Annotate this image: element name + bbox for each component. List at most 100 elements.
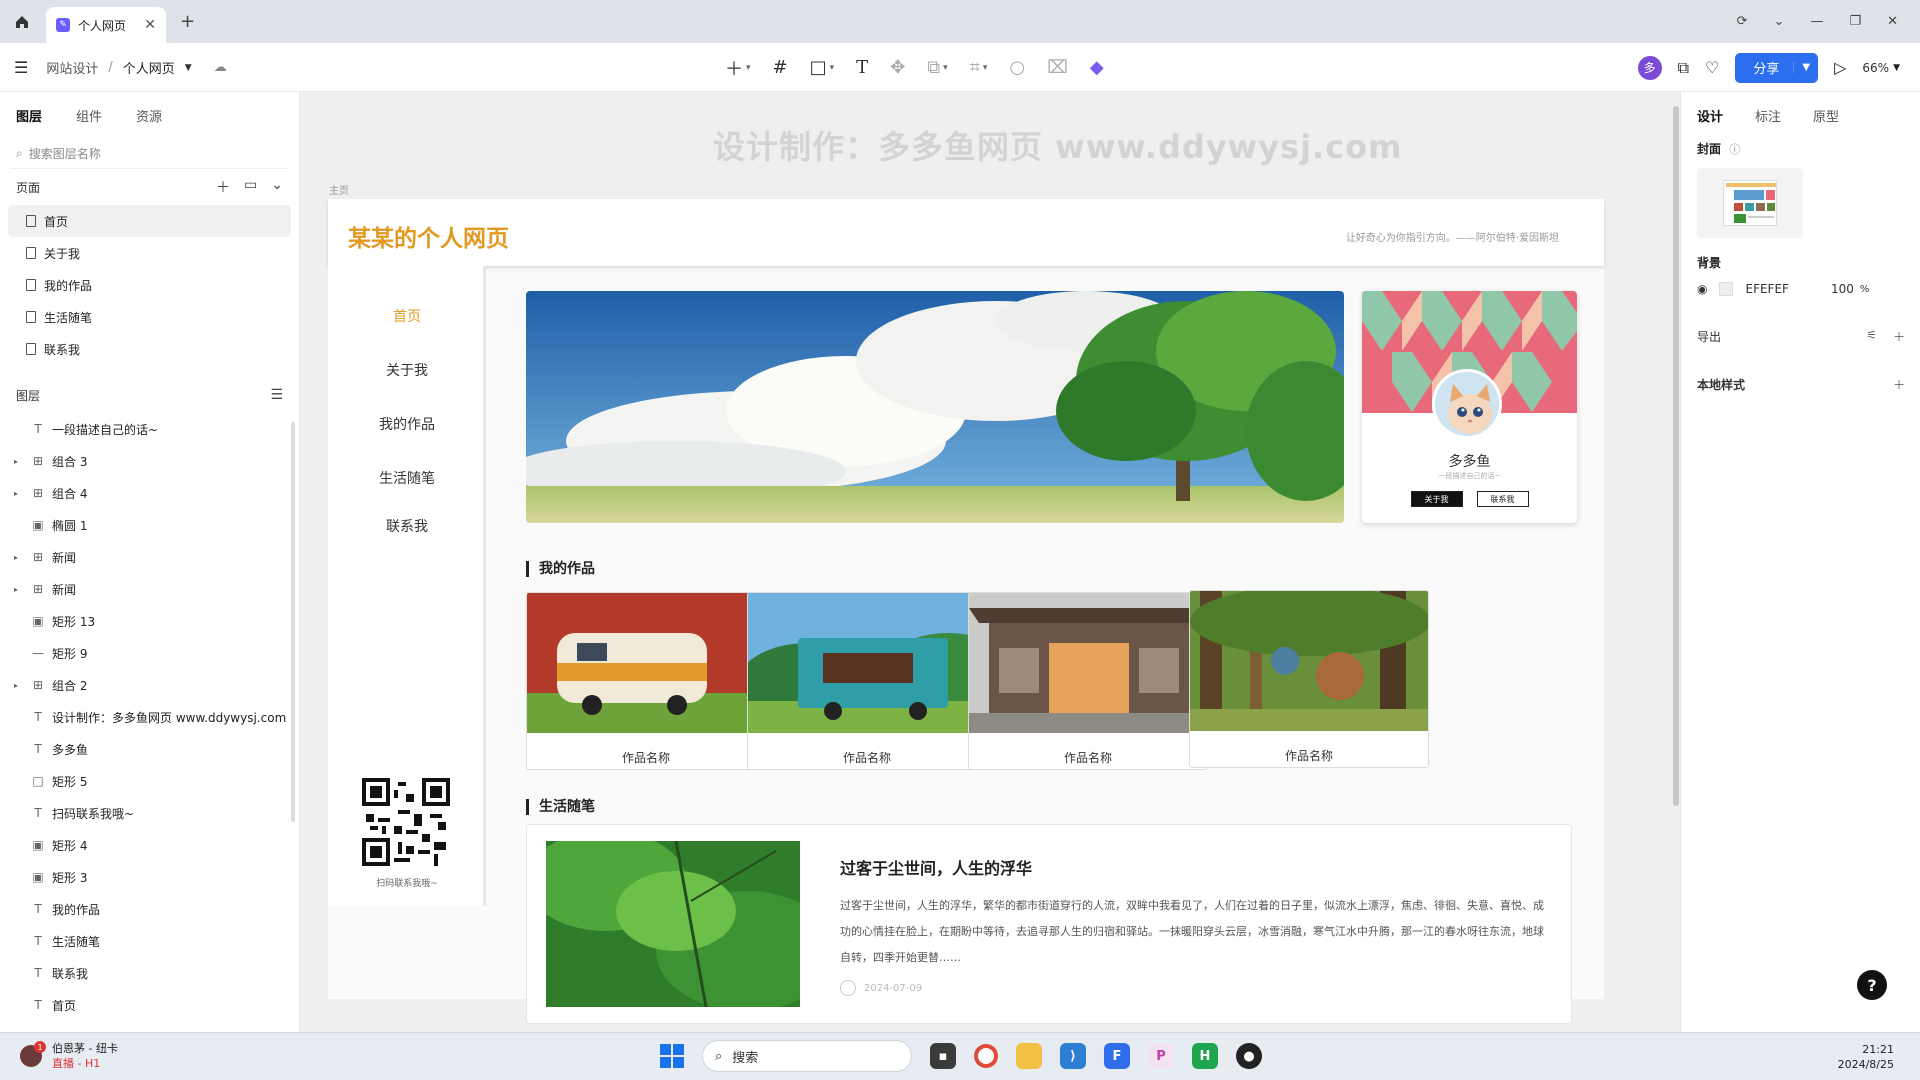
notification-widget[interactable]: 1 伯恩茅 - 纽卡 直播 - H1 [20, 1041, 118, 1071]
layer-item[interactable]: □ 矩形 5 [0, 765, 299, 797]
layer-item[interactable]: T 多多鱼 [0, 733, 299, 765]
restore-icon[interactable]: ❐ [1849, 14, 1861, 29]
tab-annotate[interactable]: 标注 [1755, 106, 1781, 125]
layer-item[interactable]: ▸ ⊞ 新闻 [0, 573, 299, 605]
background-swatch[interactable] [1719, 282, 1734, 296]
page-item[interactable]: 首页 [8, 205, 291, 237]
layer-item[interactable]: T 生活随笔 [0, 925, 299, 957]
chevron-down-icon[interactable]: ▼ [185, 63, 192, 73]
add-style-icon[interactable]: ＋ [1893, 376, 1905, 393]
layer-options-icon[interactable]: ☰ [270, 387, 283, 403]
layer-item[interactable]: ▣ 矩形 13 [0, 605, 299, 637]
text-tool-icon[interactable]: T [856, 57, 868, 78]
plugin-icon[interactable]: ⧉ [1678, 58, 1689, 78]
chevron-down-icon[interactable]: ▼ [1893, 63, 1900, 73]
close-tab-icon[interactable]: ✕ [144, 17, 156, 33]
webpage-frame[interactable]: 某某的个人网页 让好奇心为你指引方向。——阿尔伯特·爱因斯坦 首页 关于我 我的… [328, 199, 1604, 1024]
background-opacity[interactable]: 100 [1831, 282, 1854, 296]
pixso-app-icon[interactable]: P [1148, 1043, 1174, 1069]
expand-arrow-icon[interactable]: ▸ [14, 489, 24, 498]
nav-item-about[interactable]: 关于我 [328, 360, 486, 380]
add-tool-icon[interactable]: ＋ ▾ [725, 55, 751, 81]
tip-bulb-icon[interactable]: ♡ [1705, 58, 1719, 77]
windows-start-icon[interactable] [660, 1044, 684, 1068]
page-item[interactable]: 联系我 [8, 333, 291, 365]
tab-assets[interactable]: 资源 [136, 106, 162, 125]
rectangle-tool-icon[interactable]: □ ▾ [810, 57, 835, 78]
user-avatar[interactable]: 多 [1637, 55, 1662, 80]
layer-item[interactable]: T 首页 [0, 989, 299, 1021]
ai-tool-icon[interactable]: ◆ [1090, 57, 1104, 78]
ellipse-tool-icon[interactable]: ○ [1009, 57, 1025, 78]
scrollbar[interactable] [1673, 106, 1679, 806]
help-button[interactable]: ? [1857, 970, 1887, 1000]
breadcrumb-current[interactable]: 个人网页 [123, 58, 175, 77]
new-tab-icon[interactable]: + [180, 11, 195, 32]
essay-card[interactable]: 过客于尘世间，人生的浮华 过客于尘世间，人生的浮华，繁华的都市街道穿行的人流，双… [526, 824, 1572, 1024]
boolean-tool-icon[interactable]: ⧉ ▾ [927, 57, 947, 78]
tab-components[interactable]: 组件 [76, 106, 102, 125]
info-icon[interactable]: ⓘ [1729, 143, 1740, 156]
page-item[interactable]: 我的作品 [8, 269, 291, 301]
nav-item-works[interactable]: 我的作品 [328, 414, 486, 434]
crop-tool-icon[interactable]: ⌧ [1047, 57, 1068, 78]
nav-item-home[interactable]: 首页 [328, 306, 486, 326]
taskbar-search[interactable]: ⌕ 搜索 [702, 1040, 912, 1072]
layer-item[interactable]: ▣ 矩形 4 [0, 829, 299, 861]
chevron-down-icon[interactable]: ⌄ [271, 177, 283, 197]
scrollbar[interactable] [291, 422, 295, 822]
design-canvas[interactable]: 设计制作：多多鱼网页 www.ddywysj.com 主页 某某的个人网页 让好… [301, 92, 1680, 1032]
folder-icon[interactable]: ▭ [244, 177, 257, 197]
work-card[interactable]: 作品名称 [747, 592, 987, 770]
layer-item[interactable]: T 一段描述自己的话~ [0, 413, 299, 445]
layer-item[interactable]: ▸ ⊞ 组合 3 [0, 445, 299, 477]
frame-label[interactable]: 主页 [329, 182, 349, 197]
eye-icon[interactable]: ◉ [1697, 282, 1707, 296]
cover-thumbnail[interactable] [1697, 168, 1803, 238]
add-page-icon[interactable]: ＋ [216, 177, 230, 197]
browser-tab[interactable]: ✎ 个人网页 ✕ [46, 7, 166, 43]
chevron-down-icon[interactable]: ⌄ [1774, 14, 1785, 29]
figma-like-app-icon[interactable]: F [1104, 1043, 1130, 1069]
expand-arrow-icon[interactable]: ▸ [14, 553, 24, 562]
refresh-icon[interactable]: ⟳ [1737, 14, 1748, 29]
nav-item-essays[interactable]: 生活随笔 [328, 468, 486, 488]
share-button[interactable]: 分享 ▼ [1735, 52, 1819, 83]
menu-icon[interactable]: ☰ [14, 58, 28, 77]
tab-design[interactable]: 设计 [1697, 106, 1723, 125]
layer-item[interactable]: T 我的作品 [0, 893, 299, 925]
hbuilder-icon[interactable]: H [1192, 1043, 1218, 1069]
layer-item[interactable]: ▣ 矩形 3 [0, 861, 299, 893]
play-preview-icon[interactable]: ▷ [1834, 58, 1846, 77]
layer-item[interactable]: T 扫码联系我哦~ [0, 797, 299, 829]
page-item[interactable]: 生活随笔 [8, 301, 291, 333]
layer-item[interactable]: ▸ ⊞ 组合 2 [0, 669, 299, 701]
layer-search[interactable]: ⌕ 搜索图层名称 [10, 139, 289, 169]
tab-prototype[interactable]: 原型 [1813, 106, 1839, 125]
layer-item[interactable]: ▸ ⊞ 新闻 [0, 541, 299, 573]
minimize-icon[interactable]: — [1810, 14, 1823, 29]
tab-layers[interactable]: 图层 [16, 106, 42, 125]
system-clock[interactable]: 21:21 2024/8/25 [1838, 1042, 1894, 1072]
frame-tool-icon[interactable]: # [773, 57, 788, 78]
vscode-icon[interactable]: ⟩ [1060, 1043, 1086, 1069]
close-window-icon[interactable]: ✕ [1887, 14, 1898, 29]
expand-arrow-icon[interactable]: ▸ [14, 585, 24, 594]
work-card[interactable]: 作品名称 [526, 592, 766, 770]
expand-arrow-icon[interactable]: ▸ [14, 457, 24, 466]
work-card[interactable]: 作品名称 [1189, 590, 1429, 768]
export-settings-icon[interactable]: ⚟ [1866, 328, 1877, 345]
home-icon[interactable] [0, 0, 44, 43]
obs-icon[interactable]: ● [1236, 1043, 1262, 1069]
background-hex[interactable]: EFEFEF [1745, 282, 1788, 296]
expand-arrow-icon[interactable]: ▸ [14, 681, 24, 690]
layer-item[interactable]: ▸ ⊞ 组合 4 [0, 477, 299, 509]
breadcrumb-project[interactable]: 网站设计 [46, 58, 98, 77]
mask-tool-icon[interactable]: ⌗ ▾ [970, 57, 988, 78]
contact-me-button[interactable]: 联系我 [1476, 491, 1529, 507]
layer-item[interactable]: T 设计制作：多多鱼网页 www.ddywysj.com [0, 701, 299, 733]
add-export-icon[interactable]: ＋ [1893, 328, 1905, 345]
file-explorer-icon[interactable] [1016, 1043, 1042, 1069]
chrome-icon[interactable] [974, 1044, 998, 1068]
chevron-down-icon[interactable]: ▼ [1793, 62, 1818, 73]
